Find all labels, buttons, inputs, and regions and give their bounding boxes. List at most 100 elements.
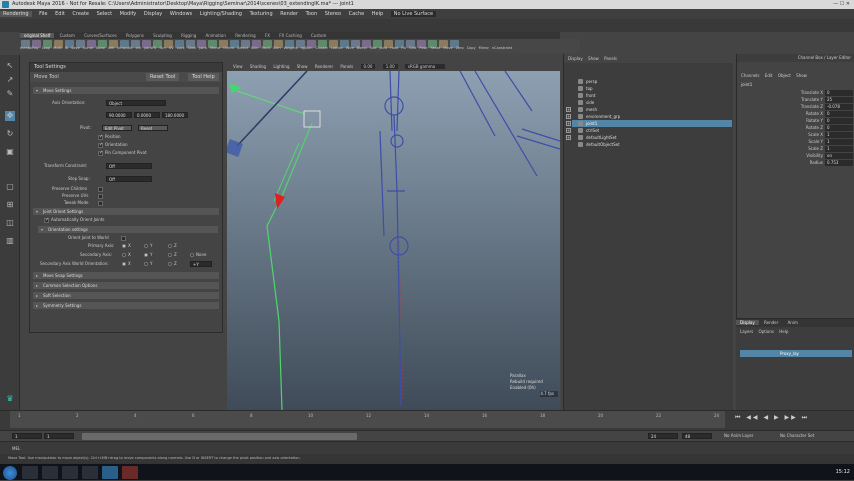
- shelf-tab[interactable]: Polygons: [122, 33, 148, 38]
- attribute-row[interactable]: Visibility on: [737, 153, 854, 159]
- outliner-item[interactable]: top: [572, 85, 732, 92]
- expand-icon[interactable]: +: [566, 135, 571, 140]
- orientation-checkbox[interactable]: [98, 142, 103, 148]
- menu-item-modify[interactable]: Modify: [120, 11, 137, 17]
- scale-tool-icon[interactable]: ▣: [5, 147, 15, 157]
- cb-menu-object[interactable]: Object: [778, 73, 791, 78]
- orientation-y-field[interactable]: 0.0000: [134, 112, 160, 118]
- panel-menu-renderer[interactable]: Renderer: [315, 64, 333, 69]
- attribute-value[interactable]: 0: [825, 90, 853, 96]
- rotate-tool-icon[interactable]: ↻: [5, 129, 15, 139]
- attribute-row[interactable]: Scale X1: [737, 132, 854, 138]
- panel-menu-view[interactable]: View: [233, 64, 243, 69]
- tweak-mode-checkbox[interactable]: [98, 201, 103, 206]
- primary-axis-x-radio[interactable]: [122, 244, 126, 248]
- tab-anim-layers[interactable]: Anim: [784, 320, 802, 325]
- preserve-uvs-checkbox[interactable]: [98, 194, 103, 199]
- step-snap-dropdown[interactable]: Off: [106, 176, 152, 182]
- menu-item-windows[interactable]: Windows: [170, 11, 192, 17]
- menu-item-toon[interactable]: Toon: [306, 11, 318, 17]
- window-controls[interactable]: — ☐ ✕: [833, 0, 850, 9]
- taskbar-maya-icon[interactable]: [102, 466, 118, 479]
- menu-item-cache[interactable]: Cache: [349, 11, 365, 17]
- outliner-menu-display[interactable]: Display: [568, 56, 583, 61]
- menu-set-dropdown[interactable]: Rendering: [0, 11, 32, 17]
- outliner-menu-show[interactable]: Show: [588, 56, 599, 61]
- shelf-tab-active[interactable]: original Shelf: [20, 33, 55, 38]
- panel-menu-lighting[interactable]: Lighting: [273, 64, 289, 69]
- attribute-value[interactable]: 0: [825, 125, 853, 131]
- menu-item-render[interactable]: Render: [280, 11, 298, 17]
- move-tool-icon[interactable]: ✥: [5, 111, 15, 121]
- orientation-x-field[interactable]: 90.0000: [106, 112, 132, 118]
- four-view-icon[interactable]: ⊞: [5, 200, 15, 210]
- menu-item-select[interactable]: Select: [97, 11, 112, 17]
- outliner-item[interactable]: + mesh: [566, 106, 732, 113]
- cb-menu-show[interactable]: Show: [796, 73, 807, 78]
- menu-item-lighting[interactable]: Lighting/Shading: [200, 11, 242, 17]
- select-tool-icon[interactable]: ↖: [5, 61, 15, 71]
- secondary-world-y-radio[interactable]: [144, 262, 148, 266]
- outliner-item[interactable]: + defaultLightSet: [566, 134, 732, 141]
- attribute-value[interactable]: 0: [825, 118, 853, 124]
- shelf-tab[interactable]: Curves/Surfaces: [80, 33, 121, 38]
- expand-icon[interactable]: +: [566, 128, 571, 133]
- taskbar-app-icon[interactable]: [22, 466, 38, 479]
- attribute-value[interactable]: 1: [825, 132, 853, 138]
- outliner-item[interactable]: persp: [572, 78, 732, 85]
- shelf-tab[interactable]: Animation: [202, 33, 230, 38]
- preserve-children-checkbox[interactable]: [98, 187, 103, 192]
- secondary-world-x-radio[interactable]: [122, 262, 126, 266]
- tool-help-button[interactable]: Tool Help: [188, 73, 219, 81]
- orient-world-checkbox[interactable]: [121, 236, 126, 241]
- outliner-item[interactable]: + ctrlSet: [566, 127, 732, 134]
- shelf-tab[interactable]: Custom: [307, 33, 330, 38]
- section-orientation[interactable]: ▾ Orientation settings: [38, 226, 218, 233]
- menu-item-file[interactable]: File: [39, 11, 47, 17]
- end-frame-field[interactable]: 48: [682, 433, 712, 439]
- menu-item-help[interactable]: Help: [372, 11, 383, 17]
- section-joint-orient[interactable]: ▾ Joint Orient Settings: [33, 208, 219, 215]
- shelf-tab[interactable]: Custom: [56, 33, 79, 38]
- attribute-value[interactable]: -0.078: [825, 104, 853, 110]
- section-soft-selection[interactable]: ▸ Soft Selection: [33, 292, 219, 299]
- secondary-world-sign-dropdown[interactable]: +Y: [190, 261, 212, 267]
- position-checkbox[interactable]: [98, 134, 103, 140]
- secondary-axis-z-radio[interactable]: [168, 253, 172, 257]
- attribute-value[interactable]: 1: [825, 139, 853, 145]
- attribute-row[interactable]: Translate Y 25: [737, 97, 854, 103]
- menu-item-create[interactable]: Create: [72, 11, 89, 17]
- shelf-tab[interactable]: Rigging: [177, 33, 200, 38]
- cb-menu-edit[interactable]: Edit: [765, 73, 773, 78]
- edit-pivot-button[interactable]: Edit Pivot: [102, 125, 132, 131]
- le-menu-help[interactable]: Help: [779, 329, 788, 334]
- single-view-icon[interactable]: ▢: [5, 182, 15, 192]
- command-line[interactable]: MEL: [0, 441, 854, 454]
- auto-orient-checkbox[interactable]: [44, 217, 49, 223]
- tab-display-layers[interactable]: Display: [736, 320, 759, 325]
- outliner-menu-panels[interactable]: Panels: [604, 56, 617, 61]
- range-slider[interactable]: [82, 433, 357, 440]
- primary-axis-z-radio[interactable]: [168, 244, 172, 248]
- shelf-tab[interactable]: Rendering: [231, 33, 259, 38]
- attribute-row[interactable]: Radius 0.753: [737, 160, 854, 166]
- secondary-axis-none-radio[interactable]: [190, 253, 194, 257]
- range-start-field[interactable]: 1: [44, 433, 74, 439]
- pin-component-pivot-checkbox[interactable]: [98, 150, 103, 156]
- le-menu-options[interactable]: Options: [759, 329, 774, 334]
- attribute-row[interactable]: Rotate X0: [737, 111, 854, 117]
- shelf-tab[interactable]: Sculpting: [149, 33, 176, 38]
- outliner-item[interactable]: front: [572, 92, 732, 99]
- character-set-dropdown[interactable]: No Character Set: [780, 433, 814, 439]
- paint-select-icon[interactable]: ✎: [5, 89, 15, 99]
- transform-constraint-dropdown[interactable]: Off: [106, 163, 152, 169]
- shelf-tab[interactable]: FX: [261, 33, 274, 38]
- secondary-world-z-radio[interactable]: [168, 262, 172, 266]
- le-menu-layers[interactable]: Layers: [740, 329, 753, 334]
- primary-axis-y-radio[interactable]: [144, 244, 148, 248]
- layer-row[interactable]: Proxy_lay: [740, 350, 852, 357]
- outliner-item[interactable]: side: [572, 99, 732, 106]
- menu-item-edit[interactable]: Edit: [55, 11, 65, 17]
- expand-icon[interactable]: +: [566, 121, 571, 126]
- menu-item-display[interactable]: Display: [144, 11, 162, 17]
